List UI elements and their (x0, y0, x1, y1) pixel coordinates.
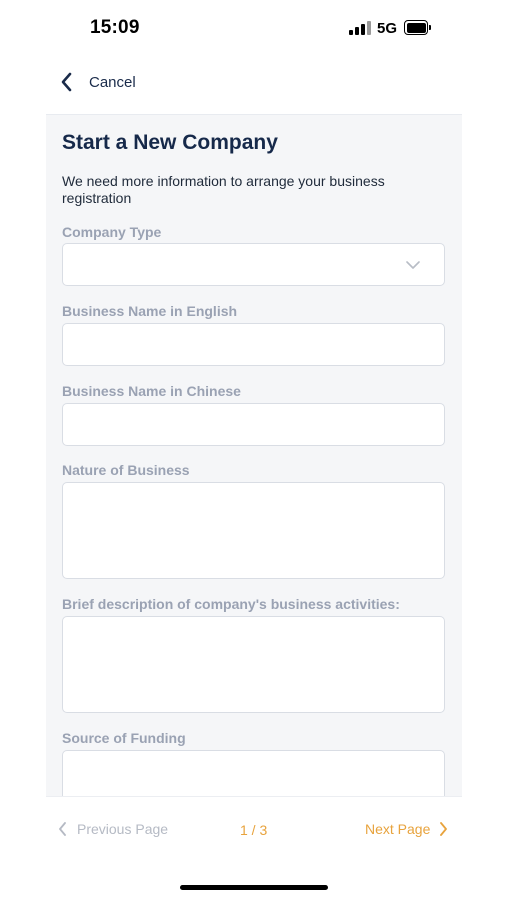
business-name-english-label: Business Name in English (62, 303, 238, 319)
nature-of-business-label: Nature of Business (62, 462, 190, 478)
source-of-funding-label: Source of Funding (62, 730, 186, 746)
business-name-chinese-label: Business Name in Chinese (62, 383, 241, 399)
previous-page-label: Previous Page (77, 821, 169, 837)
page-subtitle: We need more information to arrange your… (62, 173, 385, 206)
home-indicator (180, 885, 328, 890)
network-label: 5G (377, 20, 398, 37)
source-of-funding-textarea[interactable] (62, 750, 445, 796)
chevron-right-icon (440, 822, 448, 836)
company-type-select[interactable] (62, 243, 445, 286)
chevron-down-icon (406, 261, 420, 269)
business-description-label: Brief description of company's business … (62, 596, 400, 612)
page-indicator: 1 / 3 (240, 822, 268, 838)
form-panel: Start a New Company We need more informa… (46, 114, 462, 796)
business-name-chinese-input[interactable] (62, 403, 445, 446)
business-description-textarea[interactable] (62, 616, 445, 713)
status-time: 15:09 (90, 17, 140, 38)
pagination-footer: Previous Page 1 / 3 Next Page (46, 796, 462, 864)
page-title: Start a New Company (62, 131, 278, 154)
business-name-english-input[interactable] (62, 323, 445, 366)
battery-icon (404, 20, 431, 35)
status-bar: 15:09 5G (0, 0, 507, 56)
chevron-left-icon (61, 72, 72, 92)
nature-of-business-textarea[interactable] (62, 482, 445, 579)
company-type-label: Company Type (62, 224, 162, 240)
next-page-label: Next Page (365, 821, 431, 837)
next-page-button[interactable]: Next Page (365, 821, 448, 837)
previous-page-button[interactable]: Previous Page (58, 821, 168, 837)
chevron-left-icon (59, 822, 66, 836)
signal-icon (349, 21, 371, 35)
cancel-button[interactable]: Cancel (60, 66, 136, 98)
cancel-label: Cancel (89, 73, 136, 91)
